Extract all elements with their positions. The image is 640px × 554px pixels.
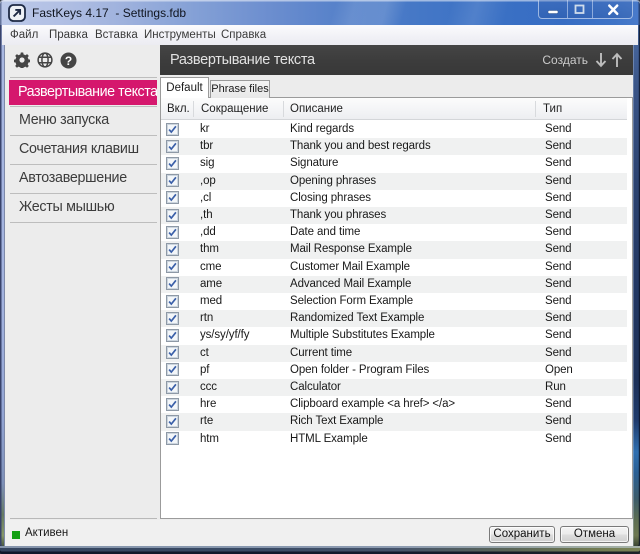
svg-text:?: ? — [65, 54, 72, 68]
